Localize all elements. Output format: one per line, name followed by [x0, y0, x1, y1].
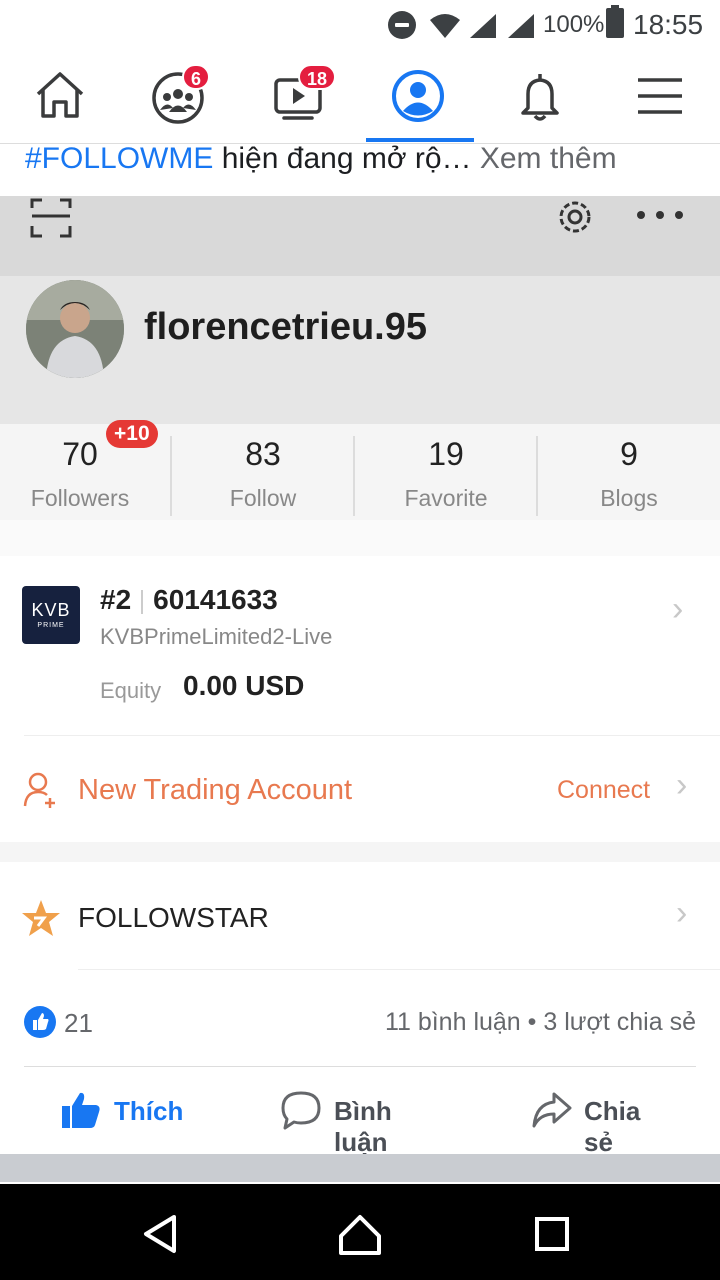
status-bar: 100% 18:55	[0, 0, 720, 50]
signal-icon	[508, 14, 534, 38]
more-options-icon	[637, 211, 683, 219]
groups-badge: 6	[182, 64, 211, 90]
profile-icon	[392, 70, 444, 122]
tab-watch[interactable]: 18	[270, 64, 337, 124]
username: florencetrieu.95	[144, 306, 427, 348]
wifi-icon	[430, 14, 460, 38]
followstar-row[interactable]: FOLLOWSTAR ›	[0, 862, 720, 972]
trading-account-card[interactable]: KVB PRIME #2 60141633 KVBPrimeLimited2-Li…	[0, 556, 720, 736]
reactions-summary[interactable]: 21 11 bình luận • 3 lượt chia sẻ	[0, 996, 720, 1048]
post-body-text: hiện đang mở rộ…	[213, 142, 472, 175]
equity-value: 0.00 USD	[183, 670, 305, 701]
comment-icon	[281, 1091, 321, 1130]
stat-blogs[interactable]: 9 Blogs	[539, 424, 719, 520]
bell-icon	[521, 74, 559, 121]
menu-icon	[638, 78, 682, 114]
home-button-icon[interactable]	[338, 1214, 382, 1256]
account-number: #2 60141633	[100, 584, 278, 616]
stat-favorite[interactable]: 19 Favorite	[356, 424, 536, 520]
gear-icon	[559, 201, 591, 233]
post-image[interactable]: florencetrieu.95 70 Followers 83 Follow …	[0, 196, 720, 976]
comments-shares-count[interactable]: 11 bình luận • 3 lượt chia sẻ	[385, 1008, 696, 1037]
stat-label: Follow	[229, 485, 297, 511]
scan-icon	[30, 198, 72, 238]
home-icon	[36, 72, 84, 118]
stat-value: 83	[245, 436, 281, 472]
feed-separator	[0, 1154, 720, 1182]
connect-button[interactable]: Connect	[557, 776, 650, 805]
tab-groups[interactable]: 6	[150, 64, 211, 124]
share-icon	[532, 1092, 572, 1128]
chevron-right-icon: ›	[676, 766, 688, 804]
stat-label: Favorite	[404, 485, 488, 511]
like-label: Thích	[114, 1096, 184, 1126]
account-rank: #2	[100, 584, 132, 615]
new-trading-account-row[interactable]: New Trading Account Connect ›	[0, 736, 720, 842]
clock: 18:55	[633, 9, 704, 40]
back-icon[interactable]	[140, 1214, 180, 1254]
tab-menu[interactable]	[632, 68, 692, 124]
new-account-label: New Trading Account	[78, 774, 353, 806]
hashtag-link[interactable]: #FOLLOWME	[25, 142, 213, 175]
stat-value: 19	[428, 436, 464, 472]
chevron-right-icon: ›	[672, 590, 684, 628]
top-navigation: 6 18	[0, 50, 720, 144]
broker-logo: KVB PRIME	[22, 586, 80, 644]
watch-badge: 18	[298, 64, 337, 90]
stat-label: Blogs	[600, 485, 658, 511]
signal-icon	[470, 14, 496, 38]
battery-icon	[606, 5, 624, 38]
tab-home[interactable]	[32, 68, 92, 124]
battery-percent: 100%	[543, 11, 605, 38]
account-id: 60141633	[153, 584, 278, 615]
add-user-icon	[23, 772, 55, 808]
equity-label: Equity	[100, 678, 162, 703]
do-not-disturb-icon	[388, 11, 416, 39]
recents-icon[interactable]	[534, 1216, 570, 1252]
post-actions: Thích Bình luận Chia sẻ	[0, 1070, 720, 1157]
stat-value: 9	[620, 436, 638, 472]
new-followers-badge: +10	[106, 420, 158, 448]
followstar-label: FOLLOWSTAR	[78, 902, 269, 933]
chevron-right-icon: ›	[676, 894, 688, 932]
account-server: KVBPrimeLimited2-Live	[100, 624, 333, 649]
star-icon	[22, 900, 60, 936]
stat-label: Followers	[30, 485, 130, 511]
avatar	[26, 280, 124, 378]
profile-header: florencetrieu.95	[0, 196, 720, 424]
likes-count: 21	[64, 1008, 93, 1038]
stat-follow[interactable]: 83 Follow	[173, 424, 353, 520]
like-reaction-icon	[24, 1006, 56, 1038]
tab-profile[interactable]	[390, 68, 450, 124]
system-navigation-bar	[0, 1184, 720, 1280]
share-label: Chia sẻ	[584, 1096, 641, 1157]
tab-notifications[interactable]	[512, 68, 572, 124]
post-text[interactable]: #FOLLOWME hiện đang mở rộ… Xem thêm	[25, 142, 617, 176]
see-more-link[interactable]: Xem thêm	[472, 142, 617, 175]
thumbs-up-icon	[62, 1092, 100, 1128]
comment-label: Bình luận	[334, 1096, 392, 1157]
